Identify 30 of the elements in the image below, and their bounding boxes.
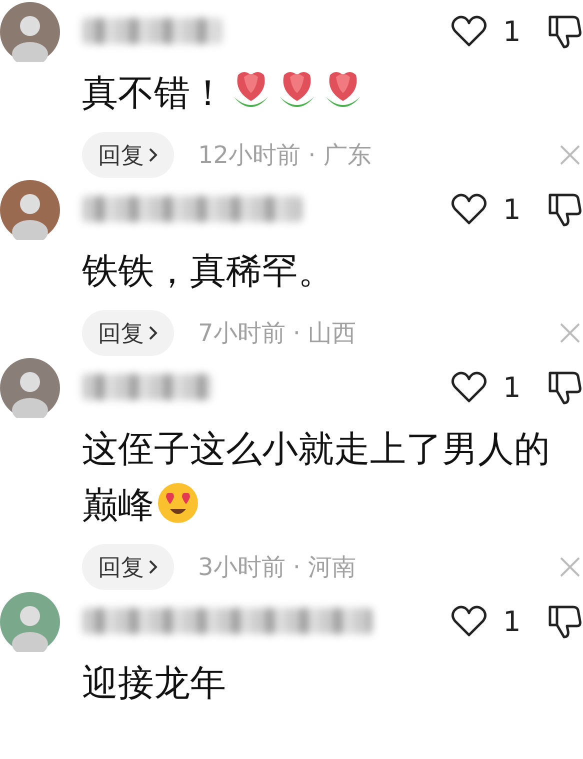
comment-text: 铁铁，真稀罕。 [82,250,335,294]
comment-meta: 7小时前 · 山西 [198,318,356,349]
thumbs-down-icon[interactable] [547,13,583,49]
like-count: 1 [502,604,522,638]
avatar[interactable] [0,592,60,652]
comment-text: 迎接龙年 [82,662,227,706]
reply-button[interactable]: 回复 [82,544,174,590]
chevron-right-icon [148,559,158,575]
comment-meta: 12小时前 · 广东 [198,140,372,171]
thumbs-down-icon[interactable] [547,603,583,639]
comment-text: 这侄子这么小就走上了男人的巅峰 [82,428,551,528]
comment-text: 真不错！ [82,66,564,122]
reply-button[interactable]: 回复 [82,310,174,356]
thumbs-down-icon[interactable] [547,369,583,405]
like-count: 1 [502,192,522,226]
heart-icon[interactable] [451,605,487,637]
reply-button[interactable]: 回复 [82,132,174,178]
like-count: 1 [502,370,522,404]
heart-icon[interactable] [451,15,487,47]
avatar[interactable] [0,2,60,62]
thumbs-down-icon[interactable] [547,191,583,227]
heart-icon[interactable] [451,371,487,403]
heart-icon[interactable] [451,193,487,225]
chevron-right-icon [148,325,158,341]
avatar[interactable] [0,180,60,240]
comment-meta: 3小时前 · 河南 [198,552,356,583]
chevron-right-icon [148,147,158,163]
avatar[interactable] [0,358,60,418]
like-count: 1 [502,14,522,48]
heart-eyes-emoji-icon [156,481,200,525]
